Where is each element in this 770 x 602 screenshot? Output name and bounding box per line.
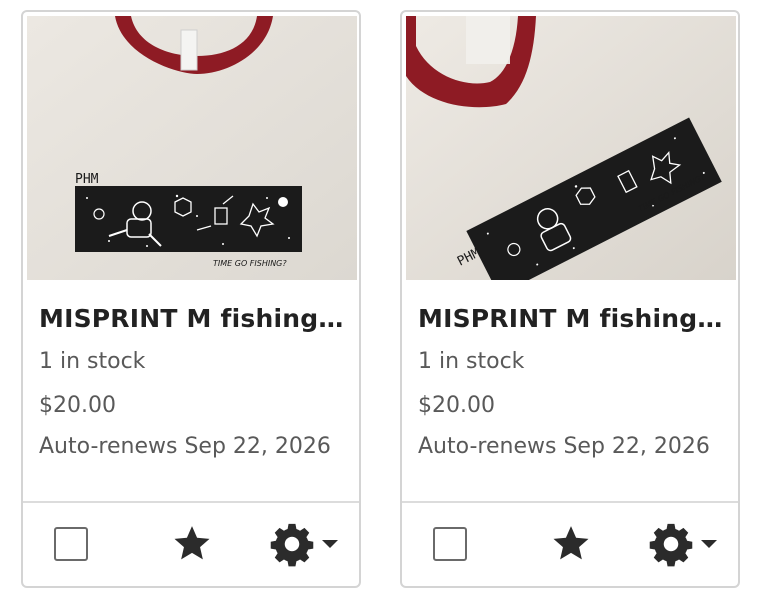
listing-photo[interactable]: PHM TIME GO FISHING?: [406, 16, 736, 280]
gear-icon: [270, 523, 314, 567]
listing-price: $20.00: [39, 393, 116, 418]
listing-info: MISPRINT M fishing t-shirt 1 in stock $2…: [418, 302, 726, 462]
stock-count: 1 in stock: [418, 349, 525, 374]
select-checkbox[interactable]: [433, 527, 467, 561]
listing-actions: [402, 503, 738, 586]
select-checkbox[interactable]: [54, 527, 88, 561]
listing-title[interactable]: MISPRINT M fishing t-shirt: [418, 302, 726, 336]
print-slogan-text: TIME GO FISHING?: [213, 259, 287, 268]
listing-grid: PHM TIME GO FISHING? MISPRINT M fishing …: [0, 0, 770, 602]
print-brand-text: PHM: [75, 172, 99, 187]
settings-menu-button[interactable]: [269, 521, 347, 569]
listing-price: $20.00: [418, 393, 495, 418]
print-graphic: [75, 186, 302, 252]
caret-down-icon: [701, 540, 717, 548]
renewal-date: Auto-renews Sep 22, 2026: [418, 434, 710, 459]
caret-down-icon: [322, 540, 338, 548]
gear-icon: [649, 523, 693, 567]
renewal-date: Auto-renews Sep 22, 2026: [39, 434, 331, 459]
feature-star-button[interactable]: [549, 523, 593, 565]
listing-actions: [23, 503, 359, 586]
feature-star-button[interactable]: [170, 523, 214, 565]
stock-count: 1 in stock: [39, 349, 146, 374]
listing-card[interactable]: PHM TIME GO FISHING? MISPRINT M fishing …: [400, 10, 740, 588]
listing-info: MISPRINT M fishing t-shirt 1 in stock $2…: [39, 302, 347, 462]
listing-card[interactable]: PHM TIME GO FISHING? MISPRINT M fishing …: [21, 10, 361, 588]
star-icon: [553, 526, 589, 560]
star-icon: [174, 526, 210, 560]
settings-menu-button[interactable]: [648, 521, 726, 569]
listing-photo[interactable]: PHM TIME GO FISHING?: [27, 16, 357, 280]
listing-title[interactable]: MISPRINT M fishing t-shirt: [39, 302, 347, 336]
